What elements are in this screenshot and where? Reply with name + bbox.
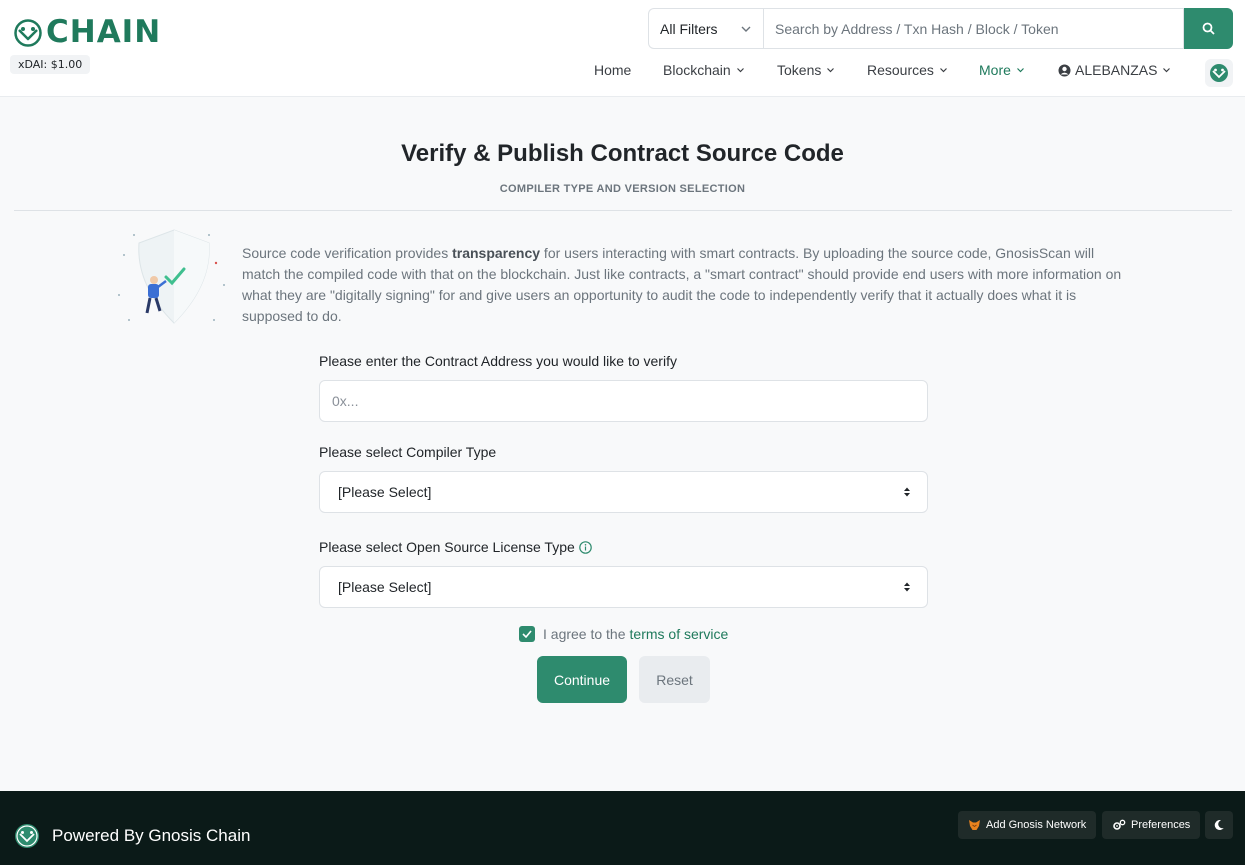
- powered-by-text: Powered By Gnosis Chain: [52, 826, 251, 845]
- search-icon: [1202, 22, 1215, 35]
- nav-resources[interactable]: Resources: [867, 62, 947, 78]
- nav-home[interactable]: Home: [594, 62, 631, 78]
- chevron-down-icon: [1163, 67, 1171, 72]
- divider: [14, 210, 1232, 211]
- license-type-select[interactable]: [Please Select]: [319, 566, 928, 608]
- network-switch-button[interactable]: [1205, 59, 1233, 87]
- intro-paragraph: Source code verification provides transp…: [242, 243, 1127, 327]
- preferences-label: Preferences: [1131, 819, 1191, 831]
- license-label-text: Please select Open Source License Type: [319, 539, 575, 555]
- compiler-label: Please select Compiler Type: [319, 444, 497, 460]
- nav-resources-label: Resources: [867, 62, 934, 78]
- address-label: Please enter the Contract Address you wo…: [319, 353, 677, 369]
- price-badge: xDAI: $1.00: [10, 55, 91, 74]
- address-field-group: Please enter the Contract Address you wo…: [319, 353, 928, 369]
- compiler-field-group: Please select Compiler Type: [319, 444, 928, 460]
- nav-account[interactable]: ALEBANZAS: [1058, 62, 1171, 78]
- dark-mode-toggle[interactable]: [1205, 811, 1233, 839]
- metamask-fox-icon: [969, 820, 980, 830]
- logo-text: CHAIN: [46, 14, 162, 50]
- contract-address-input[interactable]: [319, 380, 928, 422]
- site-logo[interactable]: CHAIN: [14, 17, 161, 48]
- nav-blockchain[interactable]: Blockchain: [663, 62, 744, 78]
- compiler-select-wrap: [Please Select]: [319, 471, 928, 513]
- verification-illustration: [118, 229, 225, 324]
- terms-of-service-link[interactable]: terms of service: [630, 626, 729, 642]
- chevron-down-icon: [939, 67, 947, 72]
- intro-emphasis: transparency: [452, 245, 541, 261]
- page-title: Verify & Publish Contract Source Code: [401, 140, 844, 167]
- search-bar: All Filters: [648, 8, 1233, 49]
- nav-blockchain-label: Blockchain: [663, 62, 731, 78]
- select-arrows-icon: [904, 582, 910, 592]
- nav-tokens[interactable]: Tokens: [777, 62, 835, 78]
- gnosis-logo-icon: [14, 18, 42, 47]
- add-network-label: Add Gnosis Network: [986, 819, 1087, 831]
- gnosis-network-icon: [1210, 64, 1228, 82]
- chevron-down-icon: [827, 67, 835, 72]
- nav-more[interactable]: More: [979, 62, 1024, 78]
- compiler-select-value: [Please Select]: [338, 484, 432, 500]
- terms-checkbox[interactable]: [519, 626, 535, 642]
- reset-button[interactable]: Reset: [639, 656, 710, 703]
- search-input[interactable]: [763, 8, 1184, 49]
- page-subtitle: COMPILER TYPE AND VERSION SELECTION: [499, 183, 746, 195]
- gears-icon: [1113, 819, 1126, 830]
- search-filter-select[interactable]: All Filters: [648, 8, 763, 49]
- select-arrows-icon: [904, 487, 910, 497]
- terms-agreement: I agree to the terms of service: [519, 626, 728, 642]
- nav-home-label: Home: [594, 62, 632, 78]
- gnosis-logo-icon: [15, 824, 39, 848]
- license-select-value: [Please Select]: [338, 579, 432, 595]
- add-network-button[interactable]: Add Gnosis Network: [958, 811, 1097, 839]
- agree-text: I agree to the: [543, 626, 626, 642]
- search-button[interactable]: [1184, 8, 1233, 49]
- check-icon: [522, 630, 532, 638]
- footer-brand: Powered By Gnosis Chain: [14, 823, 250, 849]
- license-field-group: Please select Open Source License Type: [319, 539, 928, 555]
- chevron-down-icon: [736, 67, 744, 72]
- moon-icon: [1214, 820, 1224, 831]
- site-footer: Powered By Gnosis Chain Add Gnosis Netwo…: [0, 791, 1245, 865]
- address-input-wrap: [319, 380, 928, 422]
- search-filter-label: All Filters: [660, 20, 718, 37]
- info-icon[interactable]: [578, 540, 592, 554]
- license-select-wrap: [Please Select]: [319, 566, 928, 608]
- site-header: CHAIN xDAI: $1.00 All Filters Home Block…: [0, 0, 1245, 97]
- chevron-down-icon: [741, 26, 751, 32]
- intro-text-start: Source code verification provides: [242, 245, 453, 261]
- continue-button[interactable]: Continue: [537, 656, 627, 703]
- nav-account-label: ALEBANZAS: [1075, 62, 1158, 78]
- nav-more-label: More: [979, 62, 1011, 78]
- preferences-button[interactable]: Preferences: [1102, 811, 1201, 839]
- compiler-type-select[interactable]: [Please Select]: [319, 471, 928, 513]
- license-label: Please select Open Source License Type: [319, 539, 928, 555]
- chevron-down-icon: [1016, 67, 1024, 72]
- user-circle-icon: [1058, 64, 1071, 76]
- nav-tokens-label: Tokens: [777, 62, 822, 78]
